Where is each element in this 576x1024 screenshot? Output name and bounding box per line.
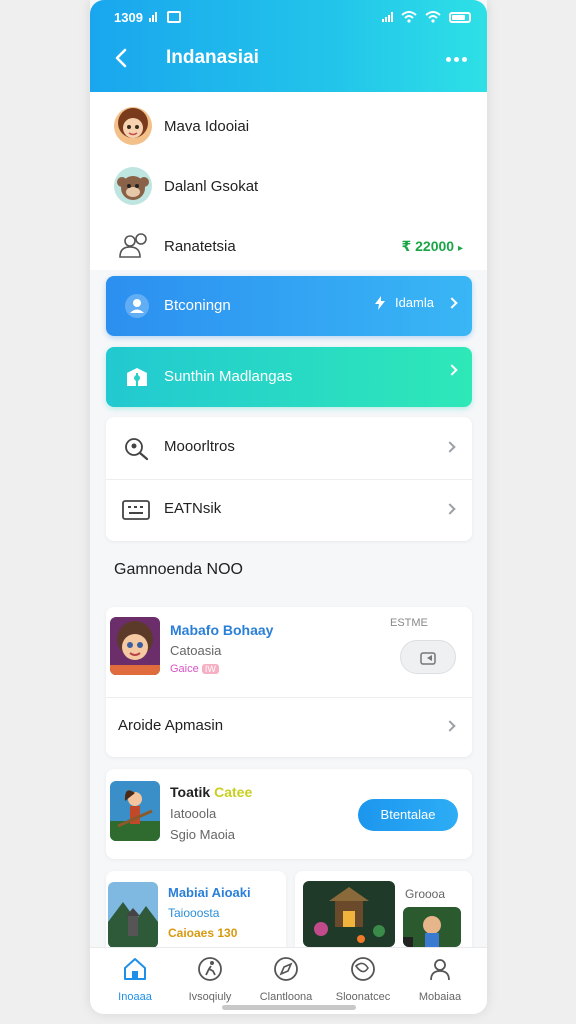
- bottom-tab-bar: Inoaaa Ivsoqiuly Clantloona Sloonatcec M…: [90, 947, 487, 1014]
- reward-value: ₹ 22000 ▸: [401, 237, 463, 254]
- chevron-right-icon: [444, 720, 456, 732]
- signal-icon: [148, 12, 157, 22]
- compass-icon: [274, 957, 298, 981]
- chevron-left-icon[interactable]: [110, 46, 134, 70]
- chevron-right-icon: [444, 441, 456, 453]
- status-bar: 1309: [114, 8, 471, 26]
- game-tag-text: Gaice: [170, 663, 199, 675]
- game-card-2[interactable]: Toatik Catee Iatooola Sgio Maoia Btental…: [106, 769, 472, 859]
- share-button[interactable]: [400, 640, 456, 674]
- more-dots-icon[interactable]: [446, 57, 467, 62]
- cell-signal-icon: [382, 12, 393, 22]
- profile-row-3[interactable]: Ranatetsia ₹ 22000 ▸: [90, 216, 487, 276]
- tab-activity[interactable]: Ivsoqiuly: [172, 956, 248, 1003]
- home-indicator: [222, 1005, 356, 1010]
- profile-row-1[interactable]: Mava Idooiai: [90, 96, 487, 156]
- tab-world[interactable]: Sloonatcec: [325, 956, 401, 1003]
- wifi-icon: [401, 11, 417, 23]
- tab-label-explore: Clantloona: [259, 991, 313, 1003]
- cta-teal-card[interactable]: Sunthin Madlangas: [106, 347, 472, 407]
- status-time: 1309: [114, 9, 143, 25]
- home-icon: [124, 958, 146, 980]
- game-thumbnail-2: [110, 781, 160, 841]
- menu-item-label-1: Mooorltros: [164, 438, 235, 455]
- game-subtitle-1: Catoasia: [170, 643, 222, 658]
- notification-icon: [166, 11, 181, 23]
- menu-item-2[interactable]: EATNsik: [106, 479, 472, 541]
- profile-icon: [430, 959, 450, 981]
- tab-explore[interactable]: Clantloona: [248, 956, 324, 1003]
- section-title: Gamnoenda NOO: [114, 561, 243, 578]
- game-line-2: Sgio Maoia: [170, 827, 236, 842]
- chevron-right-icon: [446, 364, 458, 376]
- search-person-icon: [125, 438, 149, 461]
- profile-row-2[interactable]: Dalanl Gsokat: [90, 156, 487, 216]
- game-footer-row[interactable]: Aroide Apmasin: [106, 697, 472, 757]
- game-thumbnail-4b: [403, 907, 461, 947]
- game-title-2: Toatik Catee: [170, 784, 252, 800]
- avatar-girl: [114, 107, 152, 145]
- gift-box-icon: [127, 368, 147, 386]
- profile-name-3: Ranatetsia: [164, 237, 236, 255]
- game-title-3: Mabiai Aioaki: [168, 885, 251, 900]
- profile-name-1: Mava Idooiai: [164, 117, 250, 135]
- avatar-monkey: [114, 167, 152, 205]
- bolt-icon: [374, 295, 385, 310]
- game-title-1: Mabafo Bohaay: [170, 622, 274, 638]
- cta-blue-right: Idamla: [374, 295, 458, 310]
- tab-home[interactable]: Inoaaa: [97, 956, 173, 1003]
- game-footer-label: Aroide Apmasin: [118, 717, 224, 734]
- phone-screen: 1309 Indanasiai Mava Idooiai Dalanl Gsok…: [90, 0, 487, 1014]
- cta-blue-right-label: Idamla: [394, 295, 434, 310]
- user-add-icon: [119, 233, 147, 258]
- install-button[interactable]: Btentalae: [358, 799, 458, 831]
- cta-teal-label: Sunthin Madlangas: [164, 368, 293, 385]
- app-header: 1309 Indanasiai: [90, 0, 487, 92]
- cta-blue-card[interactable]: Btconingn Idamla: [106, 276, 472, 336]
- keyboard-icon: [122, 500, 150, 520]
- menu-item-label-2: EATNsik: [164, 500, 222, 517]
- game-subtitle-3: Taiooosta: [168, 906, 220, 920]
- share-icon: [420, 652, 436, 665]
- cta-teal-right: [446, 364, 458, 376]
- menu-list-card: Mooorltros EATNsik: [106, 417, 472, 541]
- game-tag-3: Caioaes 130: [168, 926, 238, 940]
- tab-label-world: Sloonatcec: [335, 991, 391, 1003]
- profile-name-2: Dalanl Gsokat: [164, 177, 259, 195]
- game-title-2-main: Toatik: [170, 784, 211, 800]
- game-thumbnail-4: [303, 881, 395, 947]
- game-title-2-accent: Catee: [214, 784, 253, 800]
- game-thumbnail-1: [110, 617, 160, 675]
- menu-item-1[interactable]: Mooorltros: [106, 417, 472, 479]
- tab-label-profile: Mobaiaa: [418, 991, 462, 1003]
- tab-profile[interactable]: Mobaiaa: [402, 956, 478, 1003]
- wifi-icon-2: [425, 11, 441, 23]
- game-line-1: Iatooola: [170, 806, 217, 821]
- game-corner-label-1: ESTME: [390, 617, 428, 629]
- battery-icon: [449, 11, 471, 23]
- profile-section: Mava Idooiai Dalanl Gsokat Ranatetsia ₹ …: [90, 92, 487, 270]
- running-icon: [198, 957, 222, 981]
- game-thumbnail-3: [108, 882, 158, 948]
- user-icon: [125, 294, 149, 318]
- tab-label-activity: Ivsoqiuly: [188, 991, 232, 1003]
- chevron-right-icon: [444, 503, 456, 515]
- game-tag-badge: IW: [201, 664, 219, 674]
- game-tag-1: Gaice IW: [170, 663, 219, 675]
- chevron-right-icon: [446, 296, 458, 309]
- cta-blue-label: Btconingn: [164, 297, 231, 314]
- game-label-4: Groooa: [405, 887, 446, 901]
- page-title: Indanasiai: [166, 47, 259, 68]
- leaf-globe-icon: [351, 957, 375, 981]
- game-card-1[interactable]: Mabafo Bohaay Catoasia Gaice IW ESTME Ar…: [106, 607, 472, 757]
- tab-label-home: Inoaaa: [118, 991, 152, 1003]
